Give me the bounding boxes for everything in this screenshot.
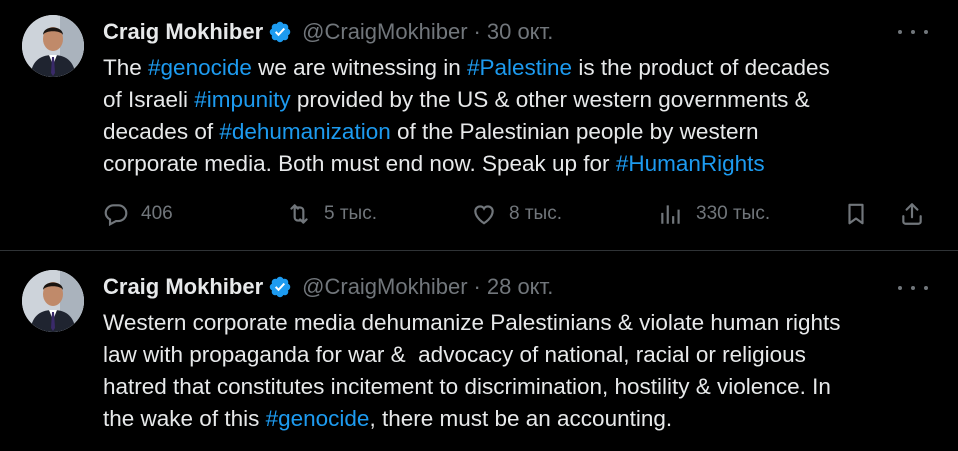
views-button[interactable]: 330 тыс. — [658, 196, 770, 232]
text-segment: corporate media. Both must end now. Spea… — [103, 151, 616, 176]
share-button[interactable] — [899, 196, 925, 232]
like-count: 8 тыс. — [509, 203, 562, 224]
repost-icon — [286, 201, 312, 227]
tweet-text-line: corporate media. Both must end now. Spea… — [103, 148, 933, 180]
reply-icon — [103, 201, 129, 227]
tweet-header: Craig Mokhiber @CraigMokhiber · 30 окт. — [103, 17, 553, 47]
more-icon[interactable] — [898, 278, 928, 298]
hashtag-link[interactable]: #HumanRights — [616, 151, 765, 176]
views-count: 330 тыс. — [696, 203, 771, 224]
like-button[interactable]: 8 тыс. — [471, 196, 562, 232]
tweet-text-line: law with propaganda for war & advocacy o… — [103, 339, 933, 371]
tweet-header: Craig Mokhiber @CraigMokhiber · 28 окт. — [103, 272, 553, 302]
tweet-text: The #genocide we are witnessing in #Pale… — [103, 52, 933, 180]
views-icon — [658, 201, 684, 227]
repost-button[interactable]: 5 тыс. — [286, 196, 377, 232]
tweet-text-line: the wake of this #genocide, there must b… — [103, 403, 933, 435]
hashtag-link[interactable]: #genocide — [266, 406, 370, 431]
like-icon — [471, 201, 497, 227]
bookmark-icon — [843, 201, 869, 227]
tweet-date[interactable]: 28 окт. — [487, 274, 553, 300]
tweet-actions: 406 5 тыс. 8 тыс. 330 тыс. — [103, 196, 933, 232]
text-segment: hatred that constitutes incitement to di… — [103, 374, 831, 399]
text-segment: provided by the US & other western gover… — [290, 87, 810, 112]
separator: · — [473, 274, 481, 299]
text-segment: decades of — [103, 119, 220, 144]
tweet-date[interactable]: 30 окт. — [487, 19, 553, 45]
bookmark-button[interactable] — [843, 196, 869, 232]
tweet-feed: Craig Mokhiber @CraigMokhiber · 30 окт. … — [0, 0, 958, 451]
author-handle[interactable]: @CraigMokhiber — [302, 274, 467, 300]
text-segment: law with propaganda for war & advocacy o… — [103, 342, 806, 367]
tweet-text-line: Western corporate media dehumanize Pales… — [103, 307, 933, 339]
hashtag-link[interactable]: #dehumanization — [219, 119, 390, 144]
repost-count: 5 тыс. — [324, 203, 377, 224]
hashtag-link[interactable]: #genocide — [148, 55, 252, 80]
separator: · — [473, 19, 481, 44]
avatar[interactable] — [22, 15, 84, 77]
tweet[interactable]: Craig Mokhiber @CraigMokhiber · 28 окт. … — [0, 252, 958, 451]
avatar[interactable] — [22, 270, 84, 332]
tweet-text: Western corporate media dehumanize Pales… — [103, 307, 933, 435]
text-segment: , there must be an accounting. — [369, 406, 673, 431]
reply-button[interactable]: 406 — [103, 196, 173, 232]
verified-badge-icon — [268, 275, 292, 299]
share-icon — [899, 201, 925, 227]
reply-count: 406 — [141, 203, 173, 224]
more-icon[interactable] — [898, 22, 928, 42]
tweet-text-line: hatred that constitutes incitement to di… — [103, 371, 933, 403]
hashtag-link[interactable]: #impunity — [194, 87, 290, 112]
text-segment: The — [103, 55, 149, 80]
text-segment: of the Palestinian people by western — [390, 119, 759, 144]
author-name[interactable]: Craig Mokhiber — [103, 19, 263, 45]
tweet-text-line: of Israeli #impunity provided by the US … — [103, 84, 933, 116]
text-segment: Western corporate media dehumanize Pales… — [103, 310, 841, 335]
hashtag-link[interactable]: #Palestine — [467, 55, 572, 80]
author-handle[interactable]: @CraigMokhiber — [302, 19, 467, 45]
text-segment: of Israeli — [103, 87, 195, 112]
tweet[interactable]: Craig Mokhiber @CraigMokhiber · 30 окт. … — [0, 0, 958, 251]
text-segment: we are witnessing in — [251, 55, 467, 80]
text-segment: the wake of this — [103, 406, 266, 431]
author-name[interactable]: Craig Mokhiber — [103, 274, 263, 300]
verified-badge-icon — [268, 20, 292, 44]
tweet-text-line: decades of #dehumanization of the Palest… — [103, 116, 933, 148]
tweet-text-line: The #genocide we are witnessing in #Pale… — [103, 52, 933, 84]
text-segment: is the product of decades — [572, 55, 830, 80]
